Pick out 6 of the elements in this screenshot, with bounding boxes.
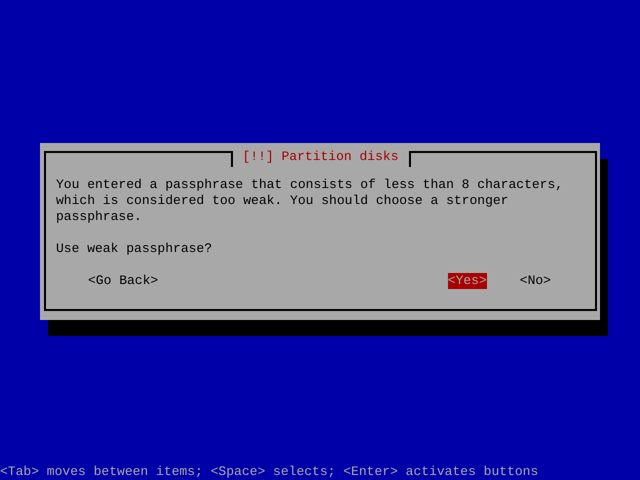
question-text: Use weak passphrase?: [56, 241, 214, 257]
message-text: You entered a passphrase that consists of less than 8 characters, which is considered too weak. You should choose a stronger passphrase.: [56, 177, 564, 225]
dialog-title: [!!] Partition disks: [230, 151, 411, 167]
status-bar-text: <Tab> moves between items; <Space> selects; <Enter> activates buttons: [0, 464, 540, 480]
choice-button[interactable]: <No>: [520, 273, 551, 289]
back-button[interactable]: <Go Back>: [88, 273, 158, 289]
